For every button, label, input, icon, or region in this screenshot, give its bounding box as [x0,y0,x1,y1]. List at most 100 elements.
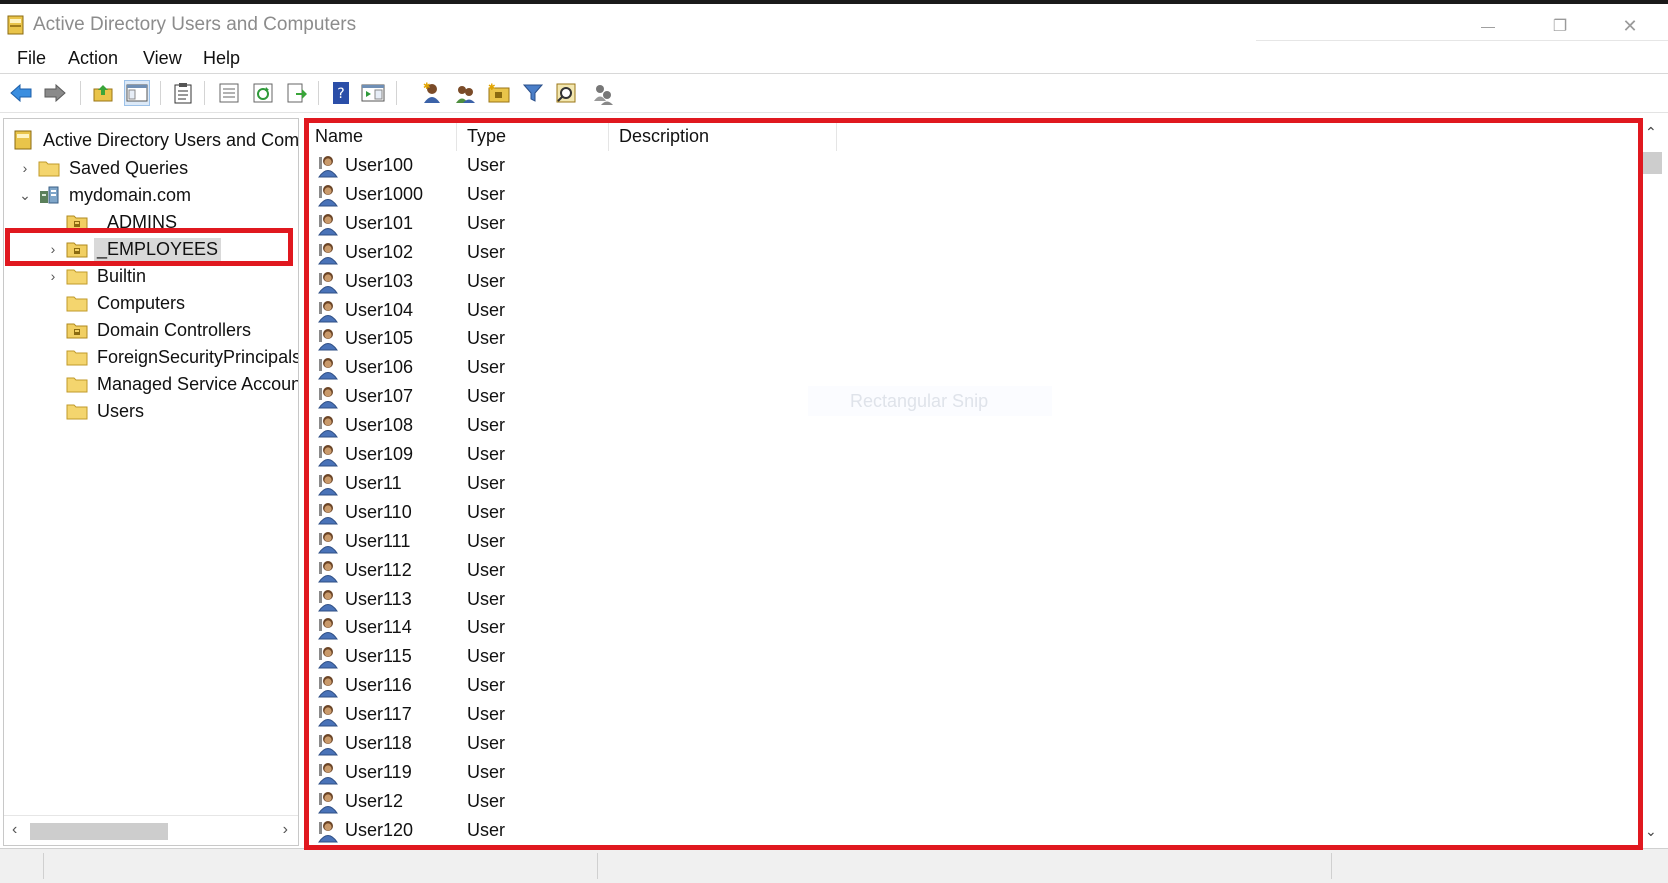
table-row[interactable]: User116 User [315,672,915,700]
table-row[interactable]: User11 User [315,470,915,498]
forward-arrow-icon[interactable] [42,80,68,106]
table-row[interactable]: User117 User [315,701,915,729]
table-row[interactable]: User110 User [315,499,915,527]
table-row[interactable]: User115 User [315,643,915,671]
properties-icon[interactable] [216,80,242,106]
user-icon [318,791,338,814]
refresh-icon[interactable] [250,80,276,106]
svg-text:✱: ✱ [423,81,431,91]
user-icon [318,329,338,351]
tree-root[interactable]: Active Directory Users and Comp [14,127,298,153]
find-icon[interactable] [554,80,580,106]
table-row[interactable]: User102 User [315,239,915,267]
tree-item-computers[interactable]: Computers [66,290,188,316]
table-row[interactable]: User105 User [315,325,915,353]
tree-item-label: ForeignSecurityPrincipals [97,346,299,367]
tree-item-domain-controllers[interactable]: Domain Controllers [66,317,254,343]
table-row[interactable]: User104 User [315,297,915,325]
tree-item-admins[interactable]: _ADMINS [66,209,180,235]
table-row[interactable]: User114 User [315,614,915,642]
new-ou-icon[interactable]: ✱ [486,80,512,106]
console-tree[interactable]: Active Directory Users and Comp › Saved Q… [3,118,299,846]
tree-item-label: _EMPLOYEES [94,237,222,261]
table-row[interactable]: User109 User [315,441,915,469]
table-row[interactable]: User120 User [315,817,915,845]
table-row[interactable]: User111 User [315,528,915,556]
menu-view[interactable]: View [143,48,182,69]
folder-icon [66,377,88,393]
minimize-button[interactable]: — [1462,8,1514,44]
table-row[interactable]: User108 User [315,412,915,440]
tree-item-employees[interactable]: _EMPLOYEES [66,236,222,262]
menu-help[interactable]: Help [203,48,240,69]
scroll-thumb[interactable] [30,823,168,840]
expand-chevron-icon[interactable]: › [18,160,32,176]
up-folder-icon[interactable] [90,80,116,106]
details-list[interactable]: Name Type Description User100 User User100… [305,118,1638,846]
tree-item-foreignsecurityprincipals[interactable]: ForeignSecurityPrincipals [66,344,299,370]
table-row[interactable]: User103 User [315,268,915,296]
user-name-cell: User102 [345,241,414,262]
user-icon [318,647,338,669]
user-icon [318,213,338,236]
table-row[interactable]: User112 User [315,557,915,585]
toolbar-separator [204,81,205,105]
new-user-icon[interactable]: ✱ [418,80,444,106]
tree-item-label: Domain Controllers [97,319,252,340]
user-type-cell: User [467,790,506,811]
export-list-icon[interactable] [284,80,310,106]
filter-icon[interactable] [520,80,546,106]
back-arrow-icon[interactable] [8,80,34,106]
menu-action[interactable]: Action [68,48,118,69]
user-type-cell: User [467,819,506,840]
expand-chevron-icon[interactable]: › [46,241,60,257]
show-action-pane-icon[interactable] [360,80,386,106]
tree-item-managed-service-accoun[interactable]: Managed Service Accoun [66,371,299,397]
table-row[interactable]: User12 User [315,788,915,816]
tree-item-label: Managed Service Accoun [97,373,299,394]
restore-button[interactable]: ❐ [1534,8,1586,44]
ad-console-icon [7,15,24,35]
tree-item-saved-queries[interactable]: Saved Queries [38,155,191,181]
column-header-type[interactable]: Type [457,121,609,151]
user-icon [318,358,338,380]
menu-file[interactable]: File [17,48,46,69]
scroll-thumb[interactable] [1642,152,1662,174]
tree-horizontal-scrollbar[interactable]: ‹ › [4,815,298,845]
title-bar[interactable]: Active Directory Users and Computers — ❐… [0,4,1668,44]
show-hide-console-tree-icon[interactable] [124,80,150,106]
table-row[interactable]: User106 User [315,354,915,382]
user-icon [318,531,338,554]
tree-item-mydomain-com[interactable]: mydomain.com [38,182,194,208]
tree-item-label: _ADMINS [97,211,178,232]
user-icon [318,705,338,727]
add-to-group-icon[interactable] [590,80,616,106]
tree-item-label: mydomain.com [69,184,192,205]
table-row[interactable]: User1000 User [315,181,915,209]
close-button[interactable]: ✕ [1604,8,1656,44]
collapse-chevron-icon[interactable]: ⌄ [18,187,32,203]
table-row[interactable]: User118 User [315,730,915,758]
table-row[interactable]: User101 User [315,210,915,238]
table-row[interactable]: User113 User [315,586,915,614]
scroll-left-icon[interactable]: ‹ [12,821,17,839]
scroll-up-icon[interactable]: ⌃ [1645,124,1657,141]
table-row[interactable]: User119 User [315,759,915,787]
expand-chevron-icon[interactable]: › [46,268,60,284]
column-header-description[interactable]: Description [609,121,837,151]
new-group-icon[interactable] [452,80,478,106]
clipboard-icon[interactable] [170,80,196,106]
help-icon[interactable]: ? [328,80,354,106]
tree-item-users[interactable]: Users [66,398,147,424]
scroll-right-icon[interactable]: › [283,821,288,839]
tree-item-builtin[interactable]: Builtin [66,263,149,289]
user-name-cell: User117 [345,704,412,725]
scroll-down-icon[interactable]: ⌄ [1645,823,1657,840]
user-type-cell: User [467,241,506,262]
list-vertical-scrollbar[interactable]: ⌃ ⌄ [1638,118,1668,846]
tree-item-label: Builtin [97,265,147,286]
menu-bar: File Action View Help [0,40,1668,74]
column-header-name[interactable]: Name [305,121,457,151]
table-row[interactable]: User100 User [315,152,915,180]
domain-icon [40,186,59,204]
